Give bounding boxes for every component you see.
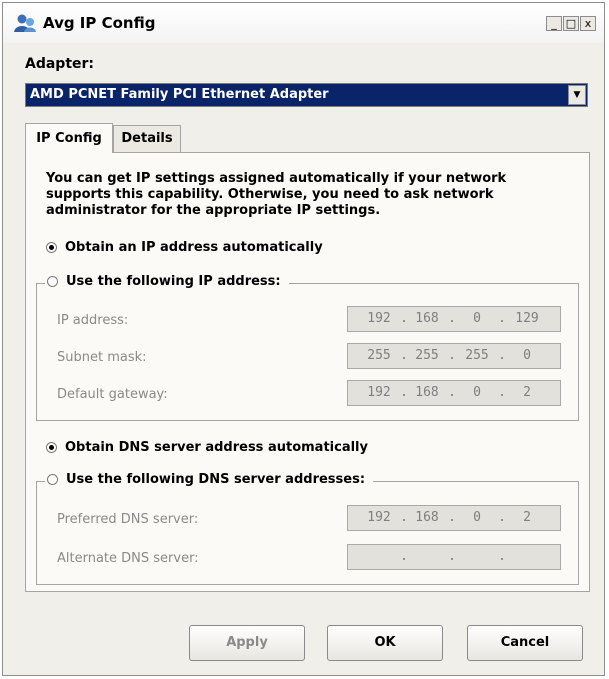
ip-octet: 255: [465, 348, 489, 363]
octet-separator: .: [448, 549, 456, 564]
obtain-ip-auto-label: Obtain an IP address automatically: [65, 240, 323, 255]
octet-separator: .: [498, 549, 506, 564]
ip-octet: 0: [473, 510, 481, 525]
ip-octet: 129: [515, 311, 539, 326]
octet-separator: .: [448, 348, 456, 363]
alternate-dns-field[interactable]: . . .: [347, 544, 561, 570]
static-dns-group: Use the following DNS server addresses: …: [36, 472, 579, 585]
octet-separator: .: [498, 311, 506, 326]
use-following-dns-radio[interactable]: [47, 474, 58, 485]
obtain-dns-auto-radio[interactable]: [46, 442, 57, 453]
octet-separator: .: [400, 348, 408, 363]
ip-octet: 0: [473, 311, 481, 326]
ip-octet: 2: [523, 510, 531, 525]
static-ip-group: Use the following IP address: IP address…: [36, 274, 579, 421]
adapter-label: Adapter:: [25, 56, 95, 72]
preferred-dns-label: Preferred DNS server:: [57, 512, 199, 527]
tab-details[interactable]: Details: [113, 125, 181, 153]
ip-octet: 255: [367, 348, 391, 363]
octet-separator: .: [448, 385, 456, 400]
ip-octet: 0: [473, 385, 481, 400]
adapter-dropdown[interactable]: AMD PCNET Family PCI Ethernet Adapter ▼: [25, 83, 588, 107]
ip-config-panel: You can get IP settings assigned automat…: [25, 152, 590, 592]
use-following-ip-label: Use the following IP address:: [66, 274, 281, 289]
cancel-button[interactable]: Cancel: [467, 625, 583, 661]
use-following-ip-option[interactable]: Use the following IP address:: [45, 274, 289, 289]
ip-octet: 2: [523, 385, 531, 400]
use-following-dns-label: Use the following DNS server addresses:: [66, 472, 366, 487]
ip-address-label: IP address:: [57, 313, 129, 328]
obtain-dns-auto-option[interactable]: Obtain DNS server address automatically: [46, 440, 368, 455]
ok-button[interactable]: OK: [327, 625, 443, 661]
ip-octet: 192: [367, 385, 391, 400]
octet-separator: .: [400, 311, 408, 326]
ip-octet: 168: [415, 311, 439, 326]
minimize-button[interactable]: _: [546, 16, 562, 31]
octet-separator: .: [400, 549, 408, 564]
octet-separator: .: [448, 311, 456, 326]
ip-address-field[interactable]: 192 . 168 . 0 . 129: [347, 306, 561, 332]
alternate-dns-label: Alternate DNS server:: [57, 551, 199, 566]
octet-separator: .: [400, 510, 408, 525]
octet-separator: .: [498, 510, 506, 525]
ip-octet: 255: [415, 348, 439, 363]
default-gateway-label: Default gateway:: [57, 387, 168, 402]
dropdown-arrow-icon[interactable]: ▼: [568, 85, 586, 105]
ip-octet: 192: [367, 311, 391, 326]
intro-text: You can get IP settings assigned automat…: [46, 171, 507, 218]
adapter-selected-value: AMD PCNET Family PCI Ethernet Adapter: [30, 87, 329, 102]
ip-octet: 168: [415, 510, 439, 525]
ip-octet: 192: [367, 510, 391, 525]
ip-octet: 168: [415, 385, 439, 400]
use-following-ip-radio[interactable]: [47, 276, 58, 287]
subnet-mask-label: Subnet mask:: [57, 350, 147, 365]
subnet-mask-field[interactable]: 255 . 255 . 255 . 0: [347, 343, 561, 369]
default-gateway-field[interactable]: 192 . 168 . 0 . 2: [347, 380, 561, 406]
obtain-dns-auto-label: Obtain DNS server address automatically: [65, 440, 368, 455]
obtain-ip-auto-option[interactable]: Obtain an IP address automatically: [46, 240, 323, 255]
use-following-dns-option[interactable]: Use the following DNS server addresses:: [45, 472, 374, 487]
octet-separator: .: [498, 385, 506, 400]
tab-ip-config[interactable]: IP Config: [25, 123, 113, 153]
title-bar[interactable]: Avg IP Config _ □ x: [3, 3, 604, 43]
close-button[interactable]: x: [580, 16, 596, 31]
octet-separator: .: [448, 510, 456, 525]
octet-separator: .: [498, 348, 506, 363]
octet-separator: .: [400, 385, 408, 400]
ip-config-window: Avg IP Config _ □ x Adapter: AMD PCNET F…: [2, 2, 605, 676]
preferred-dns-field[interactable]: 192 . 168 . 0 . 2: [347, 505, 561, 531]
apply-button[interactable]: Apply: [189, 625, 305, 661]
obtain-ip-auto-radio[interactable]: [46, 242, 57, 253]
maximize-button[interactable]: □: [563, 16, 579, 31]
network-user-icon: [14, 14, 36, 32]
window-title: Avg IP Config: [43, 14, 156, 32]
ip-octet: 0: [523, 348, 531, 363]
